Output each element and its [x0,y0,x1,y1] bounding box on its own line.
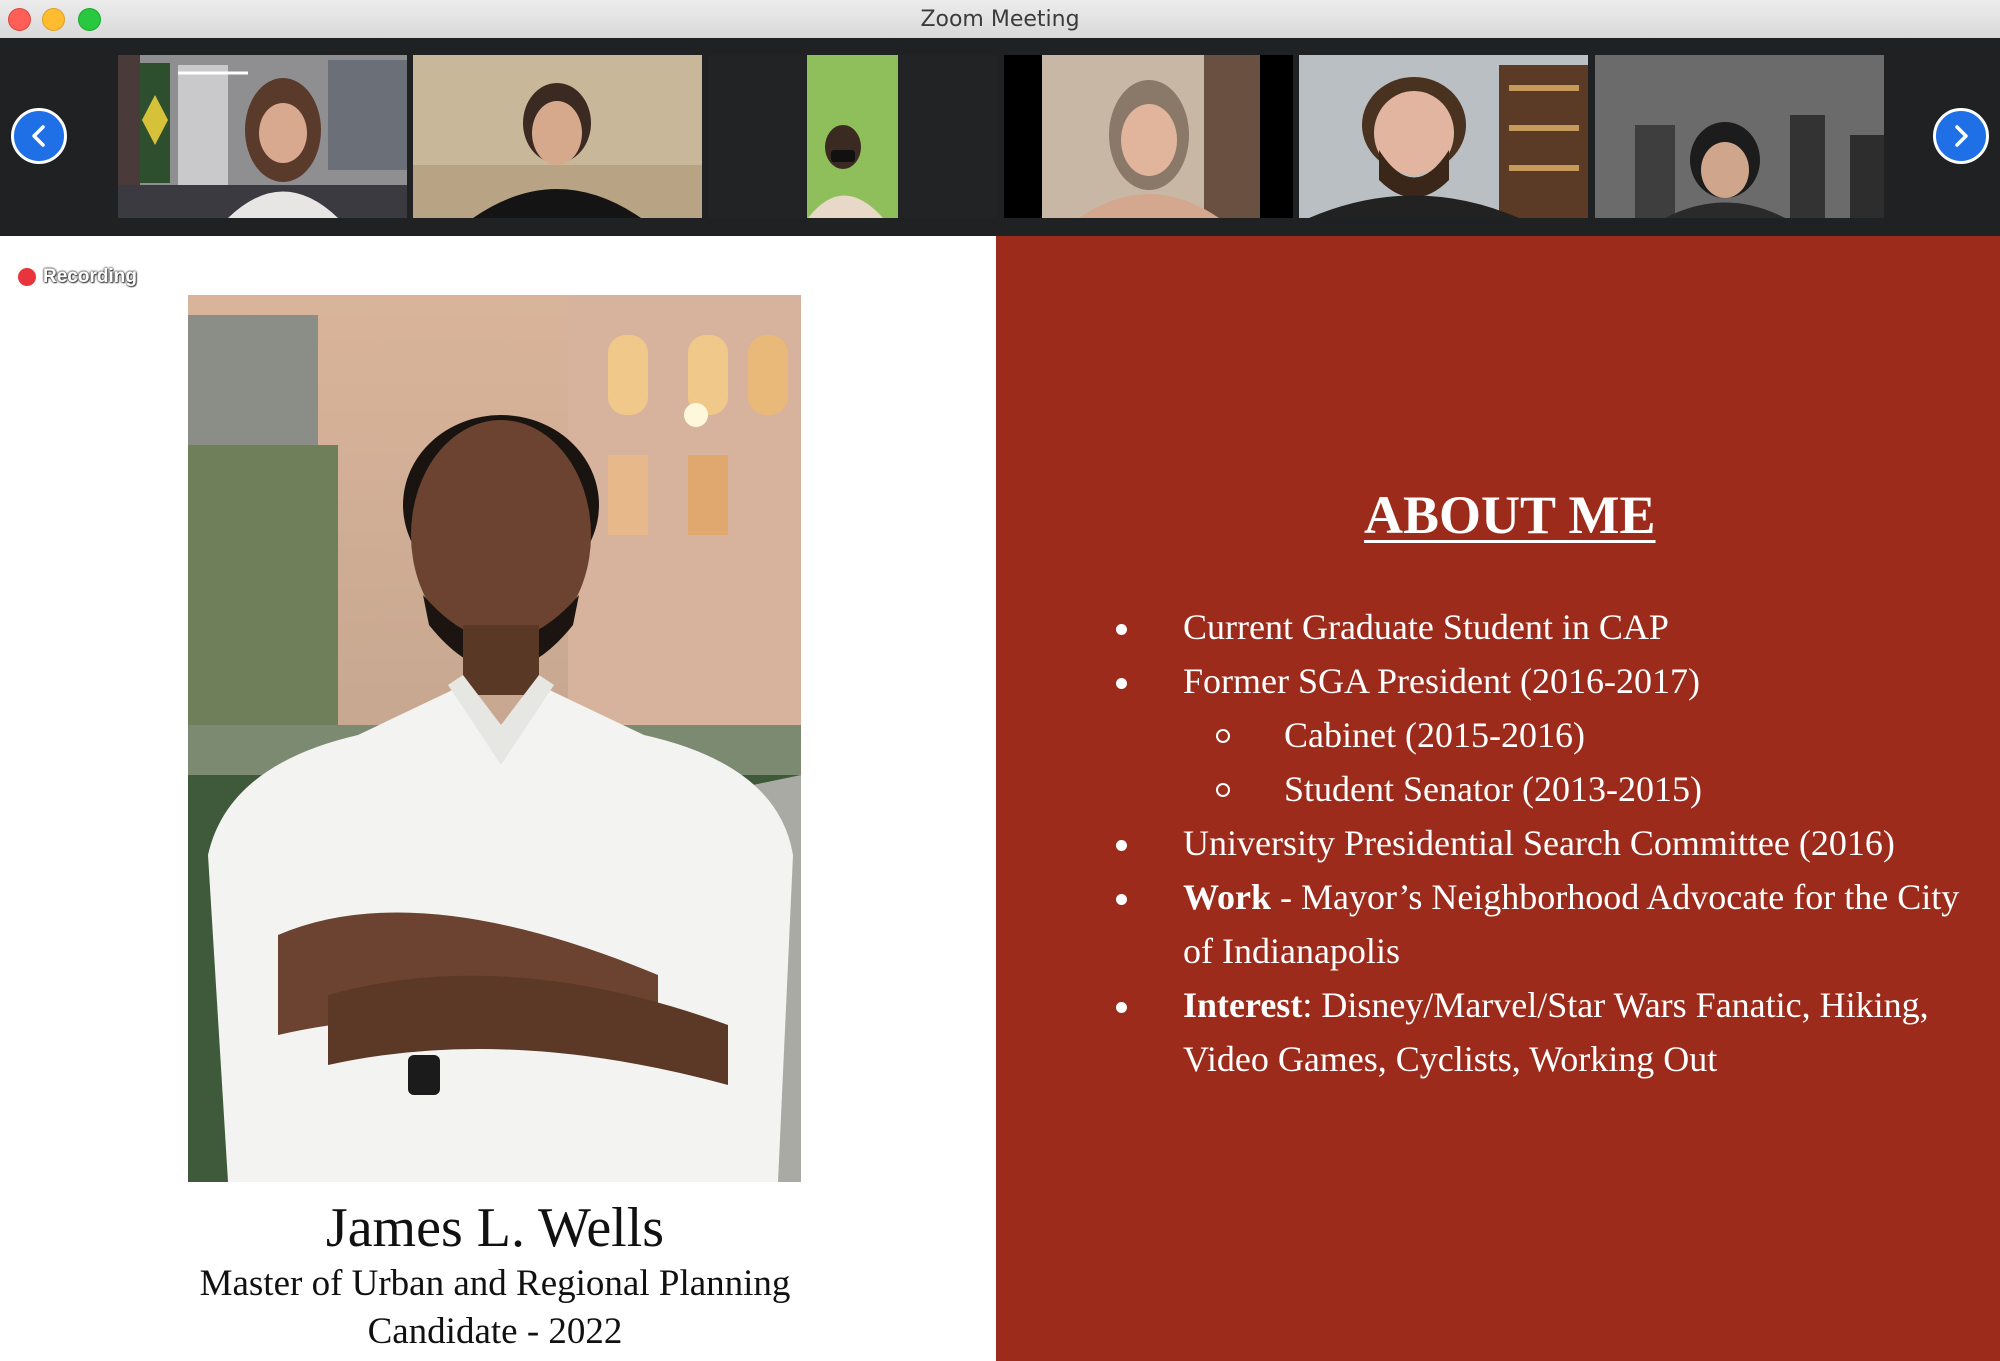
bullet-ring-icon [1216,729,1230,743]
bullet-item: Former SGA President (2016-2017) [1100,654,1980,708]
bullet-item: University Presidential Search Committee… [1100,816,1980,870]
bullet-text: University Presidential Search Committee… [1183,823,1895,863]
participant-video-tile[interactable] [1595,55,1884,218]
recording-dot-icon [18,268,36,286]
bullet-dot-icon [1116,624,1127,635]
bullet-text: - Mayor’s Neighborhood Advocate for the … [1183,877,1960,971]
participant-video [118,55,407,218]
bullet-item: Current Graduate Student in CAP [1100,600,1980,654]
participant-gallery [0,38,2000,236]
bullet-text: Cabinet (2015-2016) [1284,715,1585,755]
degree-line: Candidate - 2022 [367,1311,623,1352]
recording-label: Recording [43,266,137,287]
chevron-right-icon [1955,125,1968,147]
bullet-text: Former SGA President (2016-2017) [1183,661,1700,701]
participant-video-tile[interactable] [413,55,702,218]
bullet-dot-icon [1116,894,1127,905]
previous-page-button[interactable] [11,108,67,164]
window-title-bar: Zoom Meeting [0,0,2000,39]
degree-line: Master of Urban and Regional Planning [199,1263,791,1304]
next-page-button[interactable] [1933,108,1989,164]
bullet-dot-icon [1116,678,1127,689]
participant-video [1004,55,1293,218]
bullet-dot-icon [1116,840,1127,851]
sub-bullet-item: Student Senator (2013-2015) [1100,762,1980,816]
participant-video-tile[interactable] [118,55,407,218]
sub-bullet-item: Cabinet (2015-2016) [1100,708,1980,762]
about-bullet-list: Current Graduate Student in CAP Former S… [1100,600,1980,1086]
bullet-strong-text: Work [1183,877,1272,917]
participant-video-tile[interactable] [1004,55,1293,218]
bullet-item: Work - Mayor’s Neighborhood Advocate for… [1100,870,1980,978]
participant-video [1595,55,1884,218]
participant-video-tile[interactable] [708,55,997,218]
participant-video [413,55,702,218]
participant-video [708,55,997,218]
presenter-name: James L. Wells [325,1197,665,1259]
participant-video [1299,55,1588,218]
bullet-text: Current Graduate Student in CAP [1183,607,1669,647]
bullet-strong-text: Interest [1183,985,1303,1025]
portrait-photo [188,295,801,1182]
bullet-dot-icon [1116,1002,1127,1013]
bullet-text: Student Senator (2013-2015) [1284,769,1702,809]
participant-video-tile[interactable] [1299,55,1588,218]
bullet-ring-icon [1216,783,1230,797]
about-title: ABOUT ME [1364,485,1656,545]
chevron-left-icon [32,125,45,147]
window-title: Zoom Meeting [920,7,1080,32]
bullet-item: Interest: Disney/Marvel/Star Wars Fanati… [1100,978,1980,1086]
